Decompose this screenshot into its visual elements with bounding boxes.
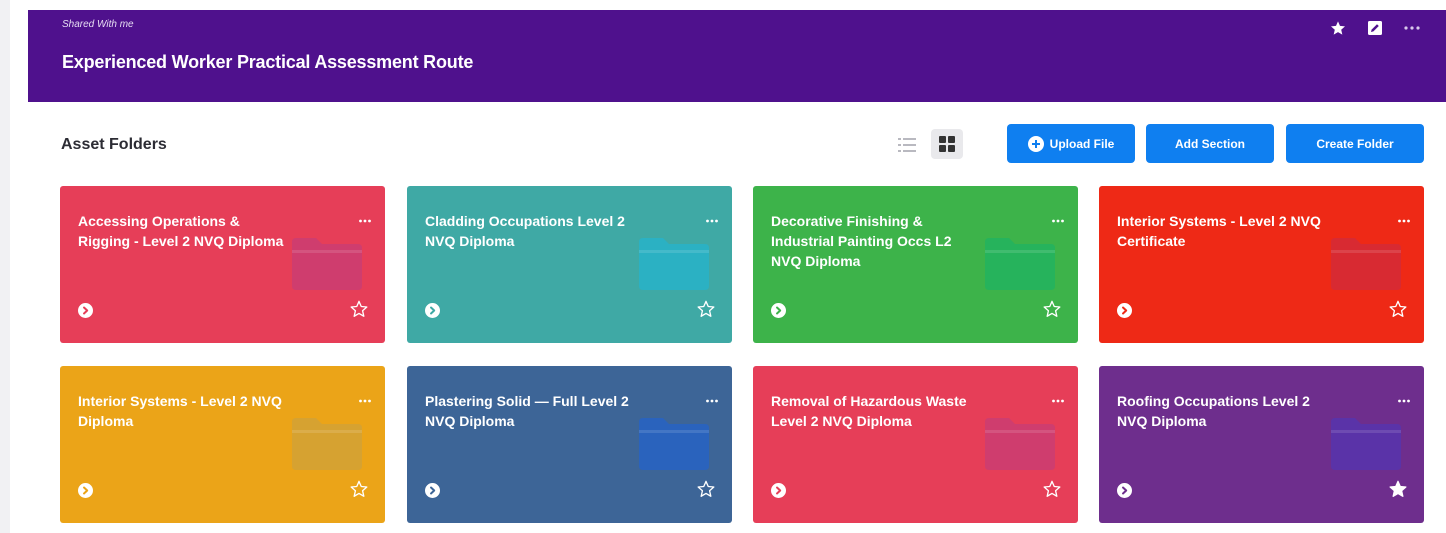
add-section-label: Add Section (1174, 136, 1245, 151)
upload-file-label: Upload File (1049, 136, 1115, 151)
create-folder-button[interactable]: Create Folder (1286, 124, 1424, 163)
folder-icon (985, 418, 1055, 470)
open-folder-icon[interactable] (425, 483, 440, 498)
folder-card[interactable]: Cladding Occupations Level 2 NVQ Diploma (407, 186, 732, 343)
upload-file-button[interactable]: Upload File (1007, 124, 1135, 163)
favorite-star-icon[interactable] (349, 299, 369, 324)
favorite-star-icon[interactable] (349, 479, 369, 504)
folder-name: Interior Systems - Level 2 NVQ Diploma (78, 393, 282, 429)
folder-card[interactable]: Interior Systems - Level 2 NVQ Diploma (60, 366, 385, 523)
favorite-star-icon[interactable] (1388, 479, 1408, 504)
folder-name: Plastering Solid — Full Level 2 NVQ Dipl… (425, 393, 629, 429)
folder-more-icon[interactable] (706, 390, 718, 406)
folder-icon (292, 238, 362, 290)
create-folder-label: Create Folder (1316, 136, 1394, 151)
favorite-star-icon[interactable] (696, 479, 716, 504)
folder-more-icon[interactable] (359, 390, 371, 406)
folder-card[interactable]: Removal of Hazardous Waste Level 2 NVQ D… (753, 366, 1078, 523)
favorite-star-icon[interactable] (1042, 479, 1062, 504)
folder-more-icon[interactable] (1052, 390, 1064, 406)
folder-icon (1331, 238, 1401, 290)
folder-name: Decorative Finishing & Industrial Painti… (771, 213, 952, 269)
open-folder-icon[interactable] (771, 303, 786, 318)
folder-name: Roofing Occupations Level 2 NVQ Diploma (1117, 393, 1310, 429)
header-actions (1330, 20, 1420, 36)
list-view-icon[interactable] (894, 132, 920, 158)
left-rail (0, 0, 10, 533)
folder-card[interactable]: Roofing Occupations Level 2 NVQ Diploma (1099, 366, 1424, 523)
folder-icon (1331, 418, 1401, 470)
folder-icon (292, 418, 362, 470)
favorite-star-icon[interactable] (696, 299, 716, 324)
plus-circle-icon (1027, 135, 1044, 152)
page-title: Experienced Worker Practical Assessment … (62, 52, 474, 72)
folder-more-icon[interactable] (1052, 210, 1064, 226)
folder-more-icon[interactable] (1398, 210, 1410, 226)
open-folder-icon[interactable] (78, 303, 93, 318)
open-folder-icon[interactable] (78, 483, 93, 498)
folder-more-icon[interactable] (1398, 390, 1410, 406)
folder-icon (639, 418, 709, 470)
folder-more-icon[interactable] (359, 210, 371, 226)
open-folder-icon[interactable] (771, 483, 786, 498)
favorite-star-icon[interactable] (1388, 299, 1408, 324)
folder-icon (985, 238, 1055, 290)
folder-card[interactable]: Accessing Operations & Rigging - Level 2… (60, 186, 385, 343)
grid-view-icon[interactable] (931, 129, 963, 159)
folder-name: Interior Systems - Level 2 NVQ Certifica… (1117, 213, 1321, 249)
more-options-icon[interactable] (1404, 25, 1420, 31)
folder-name: Removal of Hazardous Waste Level 2 NVQ D… (771, 393, 967, 429)
folder-more-icon[interactable] (706, 210, 718, 226)
open-folder-icon[interactable] (1117, 483, 1132, 498)
edit-icon[interactable] (1368, 21, 1382, 35)
header-banner: Shared With me Experienced Worker Practi… (28, 10, 1446, 102)
open-folder-icon[interactable] (1117, 303, 1132, 318)
add-section-button[interactable]: Add Section (1146, 124, 1274, 163)
folder-name: Accessing Operations & Rigging - Level 2… (78, 213, 284, 249)
folder-card[interactable]: Interior Systems - Level 2 NVQ Certifica… (1099, 186, 1424, 343)
open-folder-icon[interactable] (425, 303, 440, 318)
folder-card[interactable]: Decorative Finishing & Industrial Painti… (753, 186, 1078, 343)
shared-with-me-label: Shared With me (62, 19, 134, 30)
folder-icon (639, 238, 709, 290)
asset-toolbar: Asset Folders Upload File Add Section Cr… (28, 124, 1446, 164)
star-icon[interactable] (1330, 20, 1346, 36)
favorite-star-icon[interactable] (1042, 299, 1062, 324)
folder-card[interactable]: Plastering Solid — Full Level 2 NVQ Dipl… (407, 366, 732, 523)
section-title: Asset Folders (61, 136, 167, 153)
folder-name: Cladding Occupations Level 2 NVQ Diploma (425, 213, 625, 249)
